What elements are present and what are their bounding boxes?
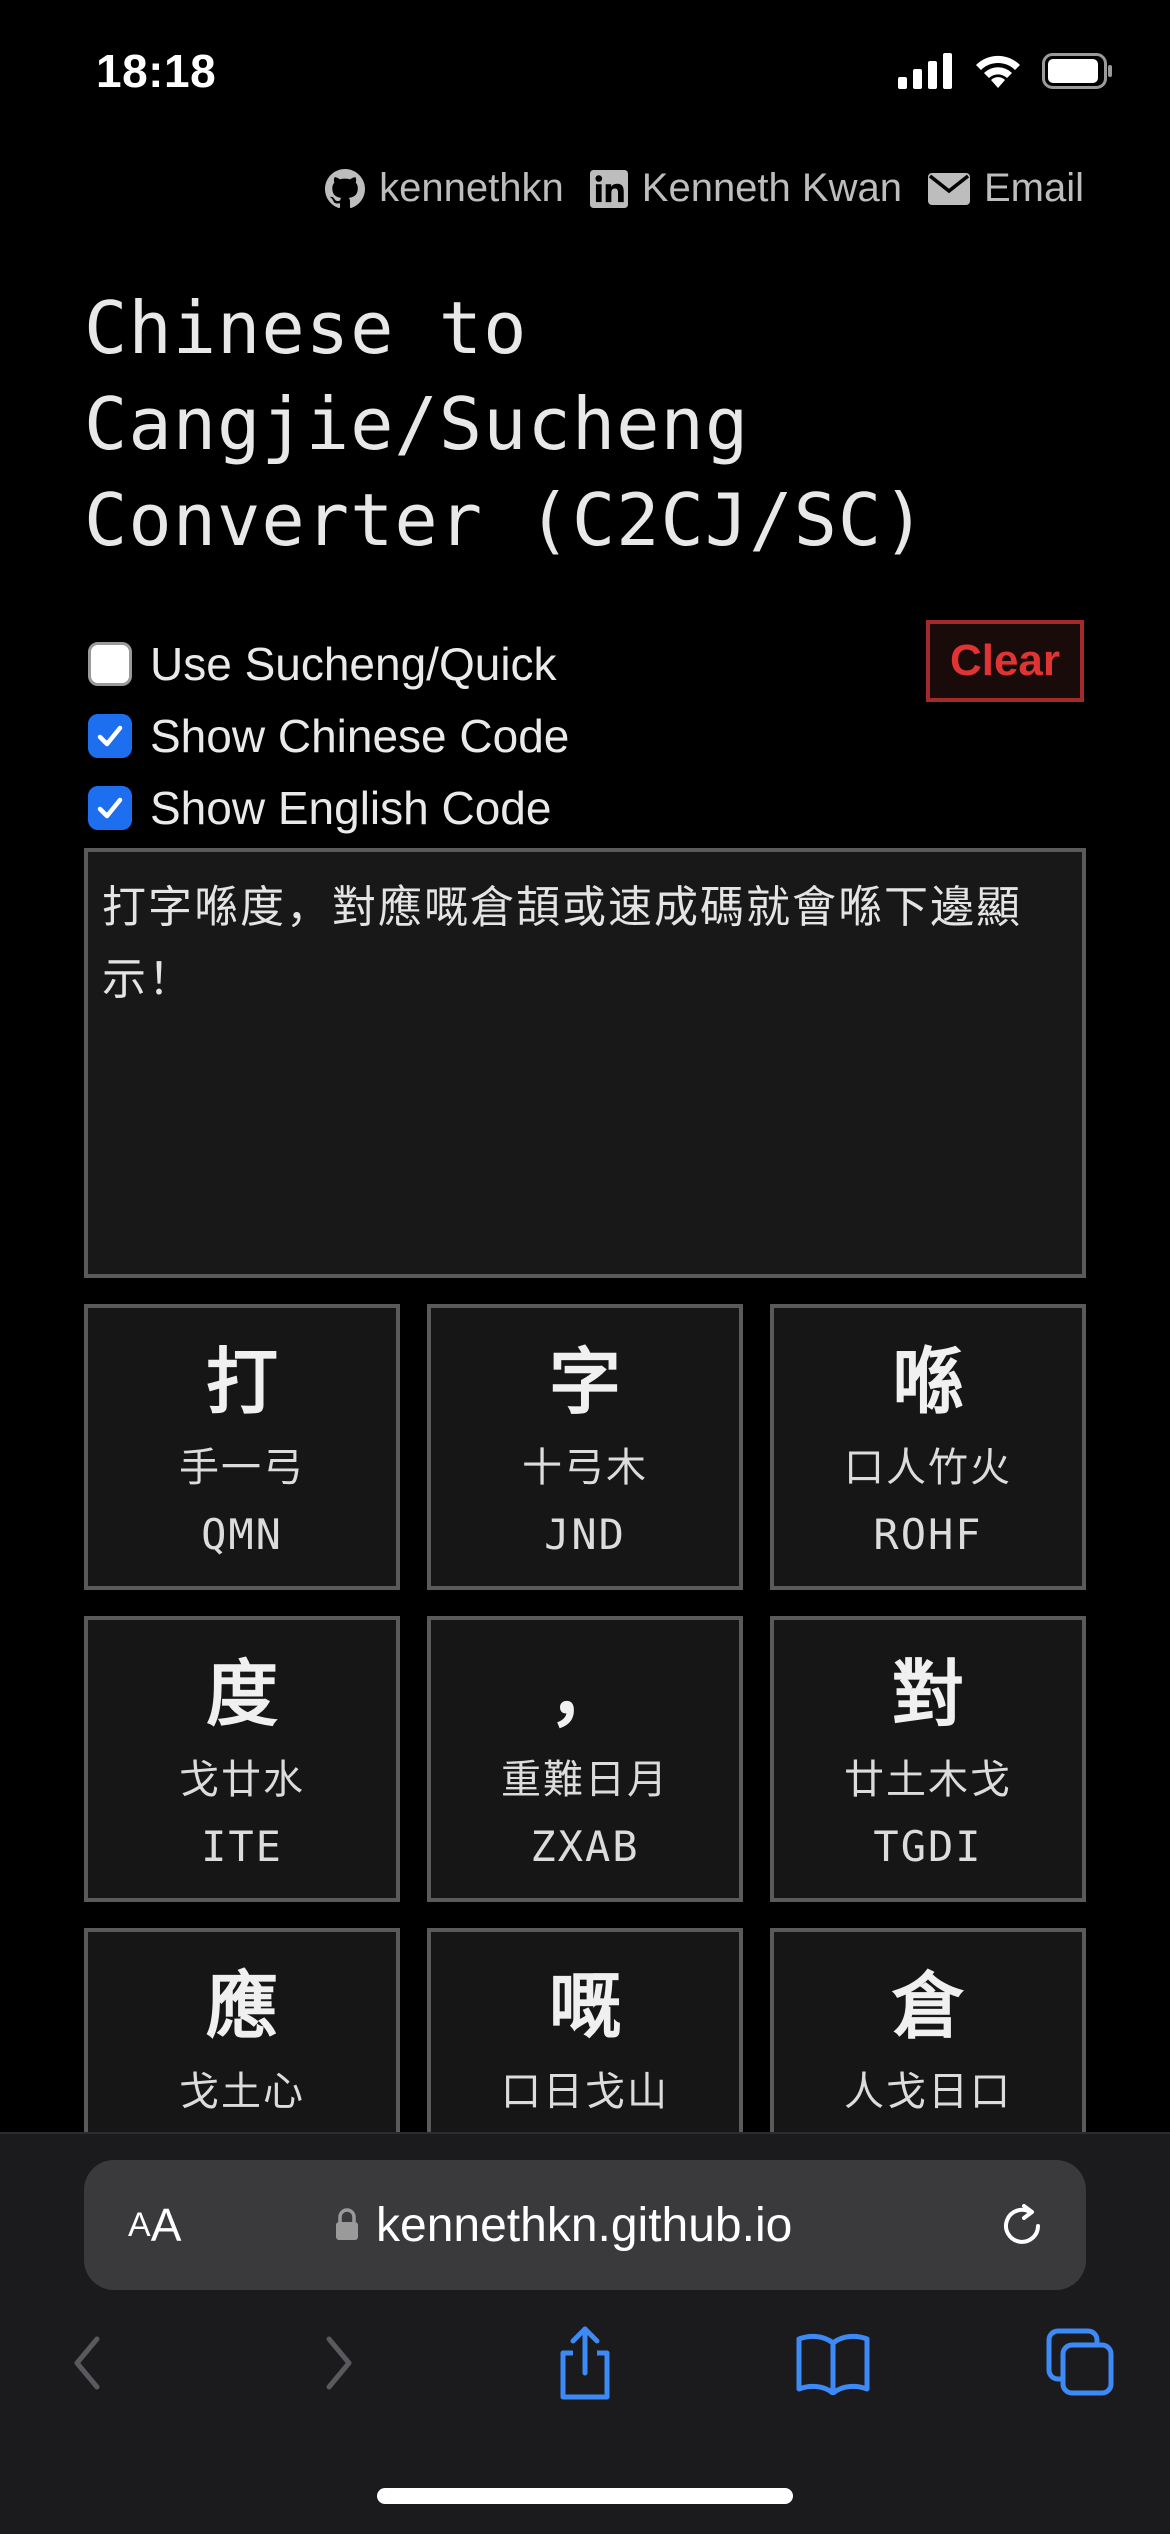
char-glyph: 倉 [891,1964,964,2048]
browser-bottom-bar: A A kennethkn.github.io [0,2132,1170,2534]
clear-button[interactable]: Clear [926,620,1084,702]
char-glyph: 應 [205,1964,278,2048]
forward-button[interactable] [294,2318,384,2408]
github-link-label: kennethkn [379,166,564,210]
email-link[interactable]: Email [927,166,1084,211]
status-bar: 18:18 [0,0,1170,150]
reload-icon[interactable] [994,2198,1050,2254]
char-card: 字 十弓木 JND [427,1304,743,1590]
chinese-code: 手一弓 [179,1445,305,1491]
linkedin-link-label: Kenneth Kwan [641,166,902,210]
page-title-line: Converter (C2CJ/SC) [84,478,927,562]
option-show-chinese-code[interactable]: Show Chinese Code [88,700,1088,772]
page-title-line: Cangjie/Sucheng [84,382,750,466]
status-time: 18:18 [96,45,217,97]
linkedin-icon [589,169,628,208]
bookmarks-button[interactable] [788,2318,878,2408]
char-glyph: 字 [548,1340,621,1424]
option-label: Show English Code [150,782,552,834]
back-button[interactable] [42,2318,132,2408]
char-card: ， 重難日月 ZXAB [427,1616,743,1902]
result-grid: 打 手一弓 QMN 字 十弓木 JND 喺 口人竹火 ROHF 度 戈廿水 IT… [84,1304,1086,2214]
option-show-english-code[interactable]: Show English Code [88,772,1088,844]
english-code: QMN [201,1510,283,1559]
url-text: kennethkn.github.io [376,2198,793,2252]
tabs-icon [1046,2328,1114,2396]
home-indicator [377,2488,793,2504]
book-icon [796,2333,870,2395]
wifi-icon [976,55,1020,88]
url-display[interactable]: kennethkn.github.io [334,2160,792,2290]
option-label: Show Chinese Code [150,710,570,762]
status-icons [898,52,1114,90]
english-code: TGDI [873,1822,983,1871]
mail-icon [927,172,970,205]
chinese-code: 口日戈山 [501,2069,669,2115]
share-button[interactable] [540,2318,630,2408]
lock-icon [336,2208,358,2240]
char-card: 喺 口人竹火 ROHF [770,1304,1086,1590]
aa-big-label: A [150,2199,182,2251]
header-links: kennethkn Kenneth Kwan Email [325,166,1084,211]
checkmark-icon [97,797,123,819]
chinese-code: 十弓木 [522,1445,648,1491]
chinese-code: 口人竹火 [844,1445,1012,1491]
char-glyph: 對 [891,1652,964,1736]
char-glyph: ， [548,1652,621,1736]
github-link[interactable]: kennethkn [325,166,564,211]
english-code: JND [544,1510,626,1559]
chinese-code: 戈廿水 [179,1757,305,1803]
checkmark-icon [97,725,123,747]
address-bar[interactable]: A A kennethkn.github.io [84,2160,1086,2290]
use-sucheng-checkbox[interactable] [88,642,132,686]
char-glyph: 喺 [891,1340,964,1424]
char-card: 對 廿土木戈 TGDI [770,1616,1086,1902]
show-english-code-checkbox[interactable] [88,786,132,830]
share-icon [560,2326,610,2400]
chinese-code: 人戈日口 [844,2069,1012,2115]
email-link-label: Email [983,166,1084,210]
aa-small-label: A [128,2205,151,2244]
tabs-button[interactable] [1036,2318,1126,2408]
english-code: ZXAB [530,1822,640,1871]
reader-text-size-button[interactable]: A A [128,2160,181,2290]
chinese-code: 戈土心 [179,2069,305,2115]
chinese-text-input[interactable]: 打字喺度，對應嘅倉頡或速成碼就會喺下邊顯示！ [84,848,1086,1278]
char-card: 打 手一弓 QMN [84,1304,400,1590]
chinese-code: 重難日月 [501,1757,669,1803]
char-glyph: 度 [205,1652,278,1736]
show-chinese-code-checkbox[interactable] [88,714,132,758]
chinese-code: 廿土木戈 [844,1757,1012,1803]
page-title-line: Chinese to [84,286,528,370]
option-label: Use Sucheng/Quick [150,638,557,690]
char-glyph: 打 [205,1340,278,1424]
github-icon [325,168,366,208]
chevron-right-icon [326,2336,352,2390]
char-card: 度 戈廿水 ITE [84,1616,400,1902]
chevron-left-icon [74,2336,100,2390]
browser-toolbar [0,2318,1170,2438]
cellular-signal-icon [898,53,952,89]
char-glyph: 嘅 [548,1964,621,2048]
linkedin-link[interactable]: Kenneth Kwan [589,166,902,211]
english-code: ROHF [873,1510,983,1559]
english-code: ITE [201,1822,283,1871]
battery-icon [1042,53,1112,89]
page-title: Chinese to Cangjie/Sucheng Converter (C2… [84,280,1084,568]
